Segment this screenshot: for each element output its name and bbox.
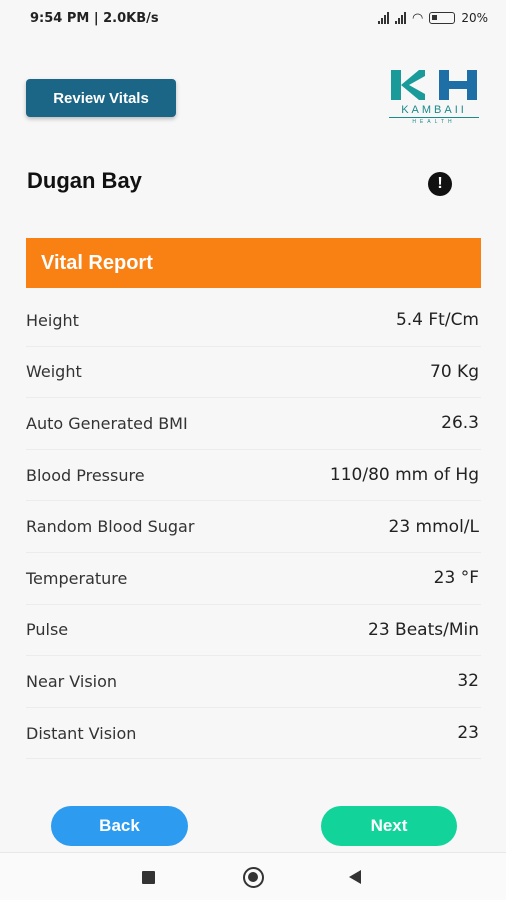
system-nav-bar — [0, 852, 506, 900]
vital-label: Random Blood Sugar — [26, 517, 195, 537]
list-item: Temperature 23 °F — [26, 553, 481, 605]
vital-label: Temperature — [26, 568, 128, 588]
battery-percent: 20% — [461, 11, 488, 25]
vital-value: 26.3 — [441, 413, 479, 434]
review-vitals-button[interactable]: Review Vitals — [26, 79, 176, 117]
logo-name: KAMBAII — [401, 104, 467, 116]
list-item: Near Vision 32 — [26, 656, 481, 708]
vital-value: 23 — [457, 723, 479, 744]
back-triangle-icon[interactable] — [349, 870, 361, 884]
vital-value: 70 Kg — [430, 361, 479, 382]
kambaii-health-logo: KAMBAII HEALTH — [385, 68, 483, 128]
vital-label: Pulse — [26, 620, 69, 640]
list-item: Pulse 23 Beats/Min — [26, 605, 481, 657]
patient-name: Dugan Bay — [27, 168, 142, 193]
vital-value: 23 mmol/L — [388, 516, 479, 537]
home-icon[interactable] — [243, 867, 264, 888]
list-item: Random Blood Sugar 23 mmol/L — [26, 501, 481, 553]
vital-value: 110/80 mm of Hg — [329, 465, 479, 486]
info-icon[interactable]: ! — [428, 172, 452, 196]
list-item: Height 5.4 Ft/Cm — [26, 295, 481, 347]
vital-value: 5.4 Ft/Cm — [395, 310, 479, 331]
vital-report-title: Vital Report — [41, 251, 153, 274]
logo-mark-icon — [391, 70, 477, 100]
vital-label: Blood Pressure — [26, 465, 145, 485]
vital-value: 23 °F — [433, 568, 479, 589]
list-item: Auto Generated BMI 26.3 — [26, 398, 481, 450]
logo-subtitle: HEALTH — [389, 117, 479, 125]
vital-label: Near Vision — [26, 671, 118, 691]
battery-icon — [429, 12, 456, 24]
back-button[interactable]: Back — [51, 806, 188, 846]
list-item: Distant Vision 23 — [26, 708, 481, 760]
list-item: Blood Pressure 110/80 mm of Hg — [26, 450, 481, 502]
status-bar: 9:54 PM | 2.0KB/s ◠ 20% — [0, 0, 506, 36]
vital-label: Weight — [26, 362, 82, 382]
vitals-list: Height 5.4 Ft/Cm Weight 70 Kg Auto Gener… — [26, 295, 481, 760]
signal-icon — [394, 12, 406, 24]
status-time: 9:54 PM | 2.0KB/s — [30, 10, 159, 26]
status-icons: ◠ 20% — [377, 10, 488, 26]
vital-value: 23 Beats/Min — [368, 619, 479, 640]
vital-label: Distant Vision — [26, 723, 137, 743]
next-button[interactable]: Next — [321, 806, 457, 846]
vital-report-header: Vital Report — [26, 238, 481, 288]
vital-label: Auto Generated BMI — [26, 413, 188, 433]
vital-label: Height — [26, 310, 79, 330]
recents-icon[interactable] — [142, 871, 155, 884]
signal-icon — [377, 12, 389, 24]
list-item: Weight 70 Kg — [26, 347, 481, 399]
wifi-icon: ◠ — [411, 10, 424, 26]
vital-value: 32 — [457, 671, 479, 692]
